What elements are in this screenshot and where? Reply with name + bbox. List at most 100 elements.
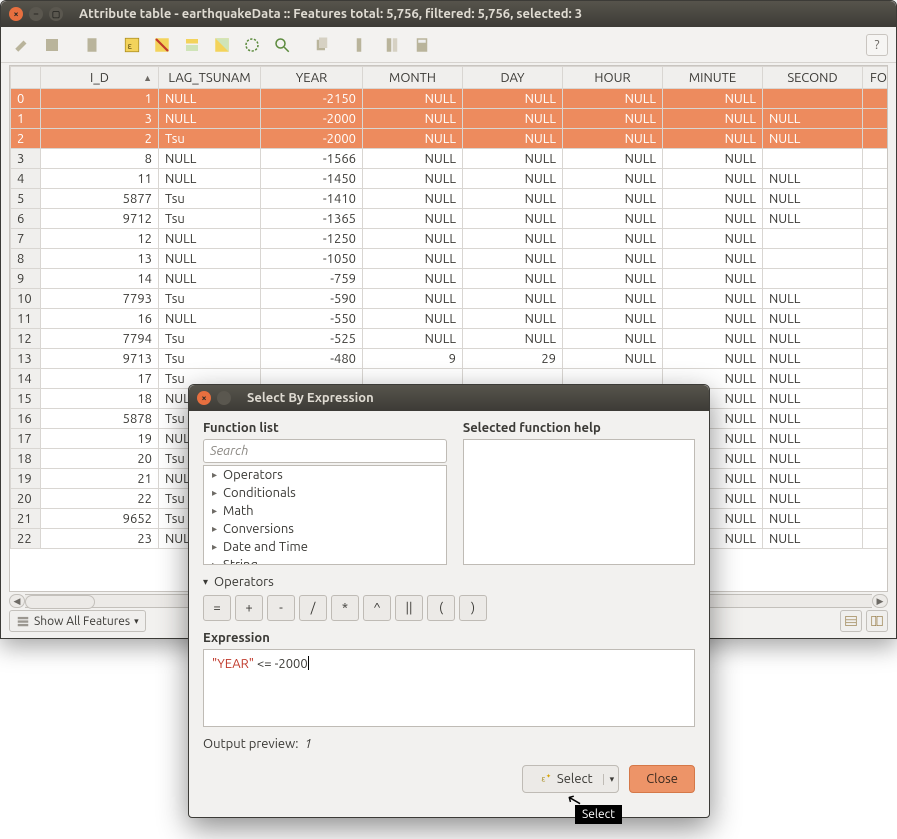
cell-day[interactable]: NULL	[463, 209, 563, 229]
cell-lag[interactable]: NULL	[159, 229, 261, 249]
titlebar[interactable]: × – ▢ Attribute table - earthquakeData :…	[1, 1, 896, 27]
delete-selected-icon[interactable]	[79, 32, 105, 58]
table-row[interactable]: 13NULL-2000NULLNULLNULLNULLNULL	[11, 109, 889, 129]
cell-foc[interactable]	[863, 129, 889, 149]
cell-sec[interactable]: NULL	[763, 489, 863, 509]
cell-sec[interactable]: NULL	[763, 469, 863, 489]
copy-rows-icon[interactable]	[309, 32, 335, 58]
cell-year[interactable]: -1450	[261, 169, 363, 189]
cell-foc[interactable]	[863, 449, 889, 469]
cell-id[interactable]: 9652	[41, 509, 159, 529]
operator-button[interactable]: ^	[363, 595, 391, 621]
row-header[interactable]: 12	[11, 329, 41, 349]
cell-month[interactable]: NULL	[363, 89, 463, 109]
cell-foc[interactable]	[863, 509, 889, 529]
cell-id[interactable]: 14	[41, 269, 159, 289]
cell-day[interactable]: NULL	[463, 329, 563, 349]
cell-id[interactable]: 8	[41, 149, 159, 169]
cell-hour[interactable]: NULL	[563, 109, 663, 129]
col-hour[interactable]: HOUR	[563, 67, 663, 89]
toggle-edit-icon[interactable]	[9, 32, 35, 58]
help-icon[interactable]: ?	[866, 34, 888, 56]
row-header[interactable]: 21	[11, 509, 41, 529]
cell-sec[interactable]: NULL	[763, 209, 863, 229]
cell-lag[interactable]: NULL	[159, 109, 261, 129]
cell-id[interactable]: 17	[41, 369, 159, 389]
row-header[interactable]: 10	[11, 289, 41, 309]
cell-year[interactable]: -2000	[261, 129, 363, 149]
expression-input[interactable]: "YEAR" <= -2000	[203, 649, 695, 727]
cell-month[interactable]: NULL	[363, 189, 463, 209]
cell-sec[interactable]: NULL	[763, 109, 863, 129]
cell-day[interactable]: NULL	[463, 269, 563, 289]
row-header[interactable]: 22	[11, 529, 41, 549]
cell-sec[interactable]: NULL	[763, 329, 863, 349]
function-list[interactable]: OperatorsConditionalsMathConversionsDate…	[203, 465, 447, 565]
cell-month[interactable]: NULL	[363, 109, 463, 129]
cell-lag[interactable]: NULL	[159, 89, 261, 109]
col-month[interactable]: MONTH	[363, 67, 463, 89]
cell-month[interactable]: 9	[363, 349, 463, 369]
cell-min[interactable]: NULL	[663, 209, 763, 229]
function-category[interactable]: String	[204, 556, 446, 565]
operator-button[interactable]: /	[299, 595, 327, 621]
select-by-expression-icon[interactable]: ε	[119, 32, 145, 58]
col-minute[interactable]: MINUTE	[663, 67, 763, 89]
cell-year[interactable]: -2150	[261, 89, 363, 109]
col-day[interactable]: DAY	[463, 67, 563, 89]
cell-min[interactable]: NULL	[663, 109, 763, 129]
search-input[interactable]: Search	[203, 439, 447, 463]
operator-button[interactable]: =	[203, 595, 231, 621]
cell-min[interactable]: NULL	[663, 289, 763, 309]
cell-sec[interactable]: NULL	[763, 289, 863, 309]
cell-sec[interactable]	[763, 89, 863, 109]
cell-lag[interactable]: NULL	[159, 149, 261, 169]
cell-lag[interactable]: NULL	[159, 169, 261, 189]
cell-sec[interactable]	[763, 229, 863, 249]
cell-sec[interactable]: NULL	[763, 509, 863, 529]
select-button[interactable]: ε✦ Select ▾	[522, 765, 619, 793]
deselect-all-icon[interactable]	[149, 32, 175, 58]
cell-foc[interactable]	[863, 149, 889, 169]
operator-button[interactable]: +	[235, 595, 263, 621]
cell-lag[interactable]: Tsu	[159, 289, 261, 309]
cell-foc[interactable]	[863, 409, 889, 429]
table-row[interactable]: 22Tsu-2000NULLNULLNULLNULLNULL	[11, 129, 889, 149]
cell-id[interactable]: 2	[41, 129, 159, 149]
cell-sec[interactable]	[763, 269, 863, 289]
field-calculator-icon[interactable]	[409, 32, 435, 58]
cell-day[interactable]: NULL	[463, 229, 563, 249]
close-icon[interactable]: ×	[9, 7, 23, 21]
cell-min[interactable]: NULL	[663, 129, 763, 149]
table-row[interactable]: 411NULL-1450NULLNULLNULLNULLNULL	[11, 169, 889, 189]
cell-month[interactable]: NULL	[363, 149, 463, 169]
cell-min[interactable]: NULL	[663, 169, 763, 189]
cell-id[interactable]: 12	[41, 229, 159, 249]
cell-day[interactable]: NULL	[463, 289, 563, 309]
cell-id[interactable]: 9713	[41, 349, 159, 369]
cell-foc[interactable]	[863, 109, 889, 129]
cell-foc[interactable]	[863, 189, 889, 209]
cell-month[interactable]: NULL	[363, 169, 463, 189]
cell-foc[interactable]	[863, 289, 889, 309]
cell-sec[interactable]: NULL	[763, 129, 863, 149]
cell-lag[interactable]: NULL	[159, 249, 261, 269]
cell-lag[interactable]: Tsu	[159, 329, 261, 349]
cell-foc[interactable]	[863, 269, 889, 289]
chevron-down-icon[interactable]: ▾	[603, 774, 615, 785]
table-row[interactable]: 38NULL-1566NULLNULLNULLNULL	[11, 149, 889, 169]
operator-button[interactable]: *	[331, 595, 359, 621]
maximize-icon[interactable]: ▢	[49, 7, 63, 21]
function-category[interactable]: Math	[204, 502, 446, 520]
cell-lag[interactable]: Tsu	[159, 349, 261, 369]
cell-sec[interactable]: NULL	[763, 529, 863, 549]
cell-hour[interactable]: NULL	[563, 209, 663, 229]
row-header[interactable]: 3	[11, 149, 41, 169]
form-view-icon[interactable]	[866, 610, 888, 632]
cell-hour[interactable]: NULL	[563, 309, 663, 329]
row-header[interactable]: 18	[11, 449, 41, 469]
cell-foc[interactable]	[863, 469, 889, 489]
function-category[interactable]: Operators	[204, 466, 446, 484]
col-id[interactable]: I_D▲	[41, 67, 159, 89]
cell-id[interactable]: 9712	[41, 209, 159, 229]
